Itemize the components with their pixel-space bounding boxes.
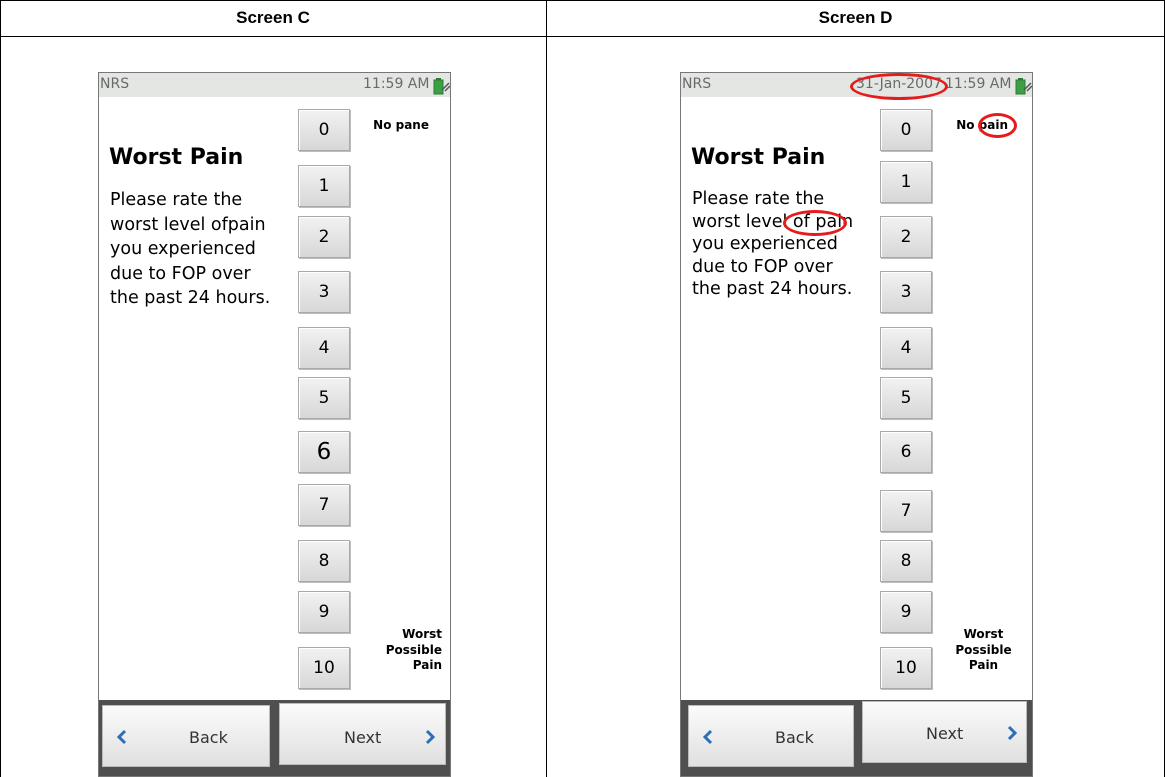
- rating-button-4[interactable]: 4: [298, 327, 350, 369]
- navigation-bar: Back Next: [99, 700, 450, 776]
- anchor-line: Worst: [402, 627, 442, 641]
- question-title: Worst Pain: [109, 145, 244, 170]
- clock-time: 11:59 AM: [945, 76, 1012, 92]
- question-line: the past 24 hours.: [110, 288, 271, 308]
- question-line: Please rate the: [110, 190, 243, 210]
- question-text: Please rate the worst level ofpain you e…: [110, 188, 285, 311]
- question-line: the past 24 hours.: [692, 279, 853, 299]
- table-header-divider: [0, 36, 1165, 37]
- battery-icon: [1015, 78, 1032, 95]
- device-screen-d: NRS 31-Jan-2007 11:59 AM Worst Pain Plea…: [680, 72, 1033, 777]
- annotation-circle-date: [850, 73, 948, 100]
- navigation-bar: Back Next: [681, 700, 1032, 776]
- back-button[interactable]: Back: [102, 705, 270, 767]
- anchor-label-bottom: Worst Possible Pain: [369, 627, 442, 674]
- column-heading-screen-d: Screen D: [818, 8, 893, 27]
- rating-button-1[interactable]: 1: [880, 161, 932, 203]
- rating-button-10[interactable]: 10: [298, 647, 350, 689]
- rating-button-0[interactable]: 0: [880, 109, 932, 151]
- question-line: you experienced: [692, 234, 838, 254]
- anchor-label-top: No pane: [373, 118, 429, 132]
- anchor-line: Pain: [968, 658, 999, 672]
- question-line: worst level ofpain: [110, 214, 266, 235]
- rating-button-10[interactable]: 10: [880, 647, 932, 689]
- next-label: Next: [926, 724, 964, 743]
- back-label: Back: [775, 728, 814, 747]
- next-label: Next: [344, 728, 382, 747]
- back-label: Back: [189, 728, 228, 747]
- rating-button-2[interactable]: 2: [880, 216, 932, 258]
- question-line: due to FOP over: [692, 256, 833, 277]
- question-line: due to FOP over: [110, 263, 251, 284]
- battery-icon: [433, 78, 450, 95]
- status-bar: NRS 11:59 AM: [99, 73, 450, 97]
- question-title: Worst Pain: [691, 145, 826, 170]
- anchor-line: Possible: [385, 642, 442, 657]
- comparison-table: Screen C Screen D NRS 11:59 AM Worst Pai…: [0, 0, 1165, 777]
- chevron-left-icon: [116, 729, 127, 745]
- rating-button-7[interactable]: 7: [298, 484, 350, 526]
- app-label: NRS: [100, 76, 130, 92]
- clock-time: 11:59 AM: [363, 76, 430, 92]
- rating-button-0[interactable]: 0: [298, 109, 350, 151]
- table-column-divider: [546, 0, 547, 777]
- rating-button-2[interactable]: 2: [298, 216, 350, 258]
- device-screen-c: NRS 11:59 AM Worst Pain Please rate the …: [98, 72, 451, 777]
- rating-button-8[interactable]: 8: [298, 540, 350, 582]
- chevron-right-icon: [1007, 725, 1018, 741]
- question-text: Please rate the worst level of pain you …: [692, 188, 872, 301]
- back-button[interactable]: Back: [688, 705, 854, 767]
- app-label: NRS: [682, 76, 712, 92]
- table-border-left: [0, 0, 1, 777]
- rating-button-9[interactable]: 9: [298, 591, 350, 633]
- question-line: Please rate the: [692, 189, 825, 209]
- rating-button-5[interactable]: 5: [298, 377, 350, 419]
- annotation-circle-of-pain: [783, 210, 847, 236]
- rating-button-1[interactable]: 1: [298, 165, 350, 207]
- rating-button-8[interactable]: 8: [880, 540, 932, 582]
- rating-button-3[interactable]: 3: [880, 271, 932, 313]
- next-button[interactable]: Next: [862, 701, 1027, 763]
- column-heading-screen-c: Screen C: [236, 8, 310, 27]
- annotation-circle-no-pain: [978, 113, 1017, 138]
- anchor-label-bottom: Worst Possible Pain: [951, 627, 1016, 674]
- rating-button-6[interactable]: 6: [298, 431, 350, 473]
- rating-button-7[interactable]: 7: [880, 490, 932, 532]
- anchor-line: Possible: [955, 642, 1012, 657]
- chevron-left-icon: [702, 729, 713, 745]
- rating-button-5[interactable]: 5: [880, 377, 932, 419]
- question-line: you experienced: [110, 239, 256, 259]
- chevron-right-icon: [425, 729, 436, 745]
- rating-button-9[interactable]: 9: [880, 591, 932, 633]
- rating-button-4[interactable]: 4: [880, 327, 932, 369]
- next-button[interactable]: Next: [279, 703, 446, 765]
- rating-button-6[interactable]: 6: [880, 431, 932, 473]
- anchor-line: Pain: [412, 658, 442, 672]
- rating-button-3[interactable]: 3: [298, 271, 350, 313]
- anchor-line: Worst: [963, 627, 1004, 641]
